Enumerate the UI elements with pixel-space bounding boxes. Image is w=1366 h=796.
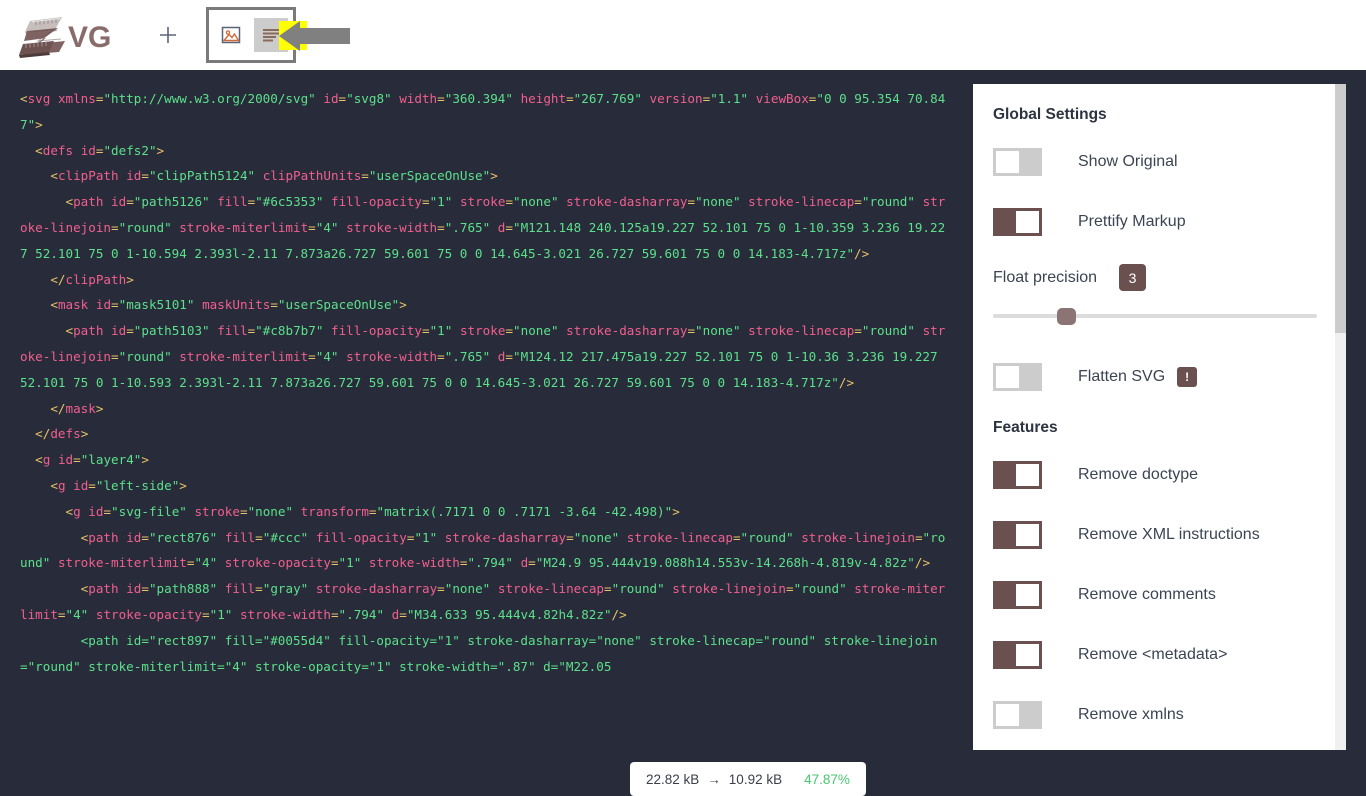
toggle-remove-doctype[interactable]	[993, 461, 1042, 489]
toggle-remove-metadata[interactable]	[993, 641, 1042, 669]
setting-show-original[interactable]: Show Original	[993, 144, 1333, 180]
svg-markup-code: <svg xmlns="http://www.w3.org/2000/svg" …	[20, 86, 946, 679]
markup-lines-icon	[260, 25, 282, 45]
settings-scrollbar-thumb[interactable]	[1335, 84, 1346, 333]
setting-prettify-markup[interactable]: Prettify Markup	[993, 204, 1333, 240]
setting-label-remove-metadata: Remove <metadata>	[1078, 646, 1227, 664]
view-mode-markup-button[interactable]	[254, 18, 288, 52]
setting-float-precision: Float precision 3	[993, 264, 1333, 291]
warning-badge-icon[interactable]: !	[1177, 367, 1197, 387]
features-title: Features	[993, 419, 1333, 437]
toggle-knob	[1016, 584, 1039, 606]
app-header: VG	[0, 0, 1366, 70]
slider-rail	[993, 314, 1317, 318]
toggle-knob	[996, 704, 1019, 726]
image-preview-icon	[221, 25, 241, 45]
setting-label-prettify-markup: Prettify Markup	[1078, 213, 1186, 231]
svgomg-logo: VG	[8, 0, 128, 70]
view-mode-image-button[interactable]	[214, 18, 248, 52]
add-file-button[interactable]	[148, 15, 188, 55]
settings-scroll-content: Global Settings Show Original Prettify M…	[973, 84, 1333, 750]
plus-icon	[157, 24, 179, 46]
toggle-knob	[1016, 524, 1039, 546]
setting-remove-doctype[interactable]: Remove doctype	[993, 457, 1333, 493]
toggle-flatten-svg[interactable]	[993, 363, 1042, 391]
main-area: <svg xmlns="http://www.w3.org/2000/svg" …	[0, 70, 1366, 768]
setting-label-remove-comments: Remove comments	[1078, 586, 1216, 604]
toggle-knob	[996, 151, 1019, 173]
float-precision-value: 3	[1119, 264, 1146, 291]
float-precision-slider[interactable]	[993, 305, 1317, 327]
toggle-remove-xmlns[interactable]	[993, 701, 1042, 729]
setting-label-show-original: Show Original	[1078, 153, 1178, 171]
toggle-knob	[1016, 211, 1039, 233]
toggle-show-original[interactable]	[993, 148, 1042, 176]
setting-remove-xml-instructions[interactable]: Remove XML instructions	[993, 517, 1333, 553]
toggle-prettify-markup[interactable]	[993, 208, 1042, 236]
slider-thumb[interactable]	[1057, 308, 1076, 325]
size-status-pill: 22.82 kB → 10.92 kB 47.87%	[630, 762, 866, 796]
toggle-knob	[1016, 464, 1039, 486]
view-mode-group	[206, 7, 296, 63]
setting-label-flatten-svg: Flatten SVG	[1078, 368, 1165, 386]
setting-label-remove-xmlns: Remove xmlns	[1078, 706, 1184, 724]
setting-label-remove-doctype: Remove doctype	[1078, 466, 1198, 484]
setting-flatten-svg[interactable]: Flatten SVG !	[993, 359, 1333, 395]
setting-remove-metadata[interactable]: Remove <metadata>	[993, 637, 1333, 673]
svg-markup-editor[interactable]: <svg xmlns="http://www.w3.org/2000/svg" …	[0, 70, 966, 768]
compression-ratio: 47.87%	[804, 772, 850, 787]
setting-remove-xmlns[interactable]: Remove xmlns	[993, 697, 1333, 733]
toggle-knob	[1016, 644, 1039, 666]
toggle-remove-xml-instructions[interactable]	[993, 521, 1042, 549]
setting-label-remove-xml-instructions: Remove XML instructions	[1078, 526, 1260, 544]
original-size: 22.82 kB	[646, 772, 699, 787]
optimized-size: 10.92 kB	[729, 772, 782, 787]
logo-icon: VG	[16, 11, 120, 59]
toggle-remove-comments[interactable]	[993, 581, 1042, 609]
settings-scrollbar[interactable]	[1335, 84, 1346, 750]
setting-remove-comments[interactable]: Remove comments	[993, 577, 1333, 613]
svg-text:VG: VG	[68, 21, 111, 54]
size-arrow-glyph: →	[707, 772, 721, 787]
settings-panel: Global Settings Show Original Prettify M…	[973, 84, 1346, 750]
float-precision-label: Float precision	[993, 269, 1097, 287]
global-settings-title: Global Settings	[993, 106, 1333, 124]
toggle-knob	[996, 366, 1019, 388]
